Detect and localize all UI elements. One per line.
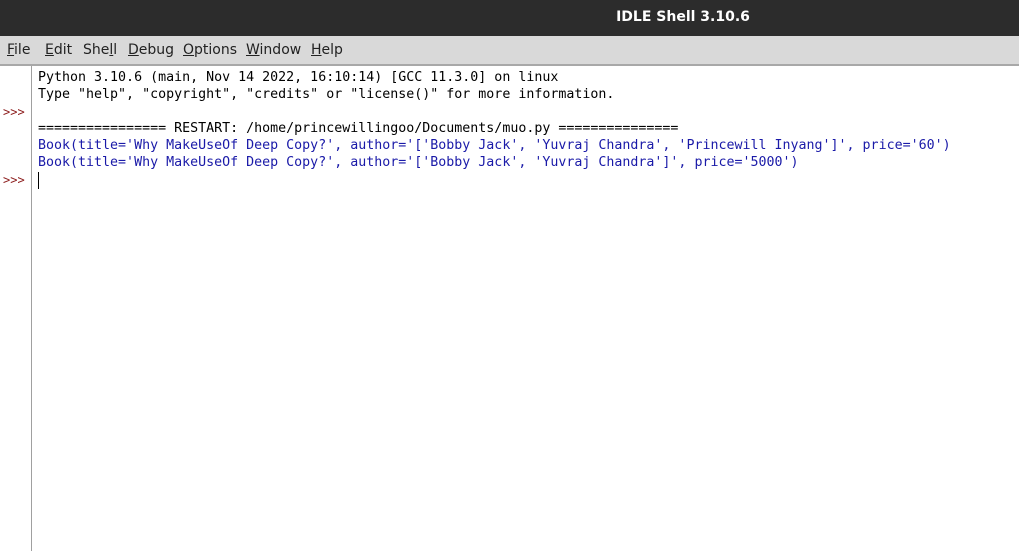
menu-edit[interactable]: Edit	[45, 42, 72, 58]
shell-text-area[interactable]: Python 3.10.6 (main, Nov 14 2022, 16:10:…	[33, 66, 1019, 551]
window-title: IDLE Shell 3.10.6	[616, 9, 750, 25]
menu-debug[interactable]: Debug	[128, 42, 174, 58]
text-cursor	[38, 172, 39, 189]
menu-shell[interactable]: Shell	[83, 42, 117, 58]
banner-line: Type "help", "copyright", "credits" or "…	[38, 87, 615, 102]
title-bar: IDLE Shell 3.10.6	[0, 0, 1019, 36]
prompt-gutter: >>> >>>	[0, 66, 32, 551]
prompt-marker: >>>	[3, 105, 25, 119]
output-line: Book(title='Why MakeUseOf Deep Copy?', a…	[38, 138, 951, 153]
menu-window[interactable]: Window	[246, 42, 301, 58]
banner-line: Python 3.10.6 (main, Nov 14 2022, 16:10:…	[38, 70, 559, 85]
menu-help[interactable]: Help	[311, 42, 343, 58]
menu-file[interactable]: File	[7, 42, 30, 58]
output-line: Book(title='Why MakeUseOf Deep Copy?', a…	[38, 155, 799, 170]
menu-options[interactable]: Options	[183, 42, 237, 58]
prompt-marker: >>>	[3, 173, 25, 187]
restart-line: ================ RESTART: /home/princewi…	[38, 121, 679, 136]
menu-bar: File Edit Shell Debug Options Window Hel…	[0, 36, 1019, 66]
